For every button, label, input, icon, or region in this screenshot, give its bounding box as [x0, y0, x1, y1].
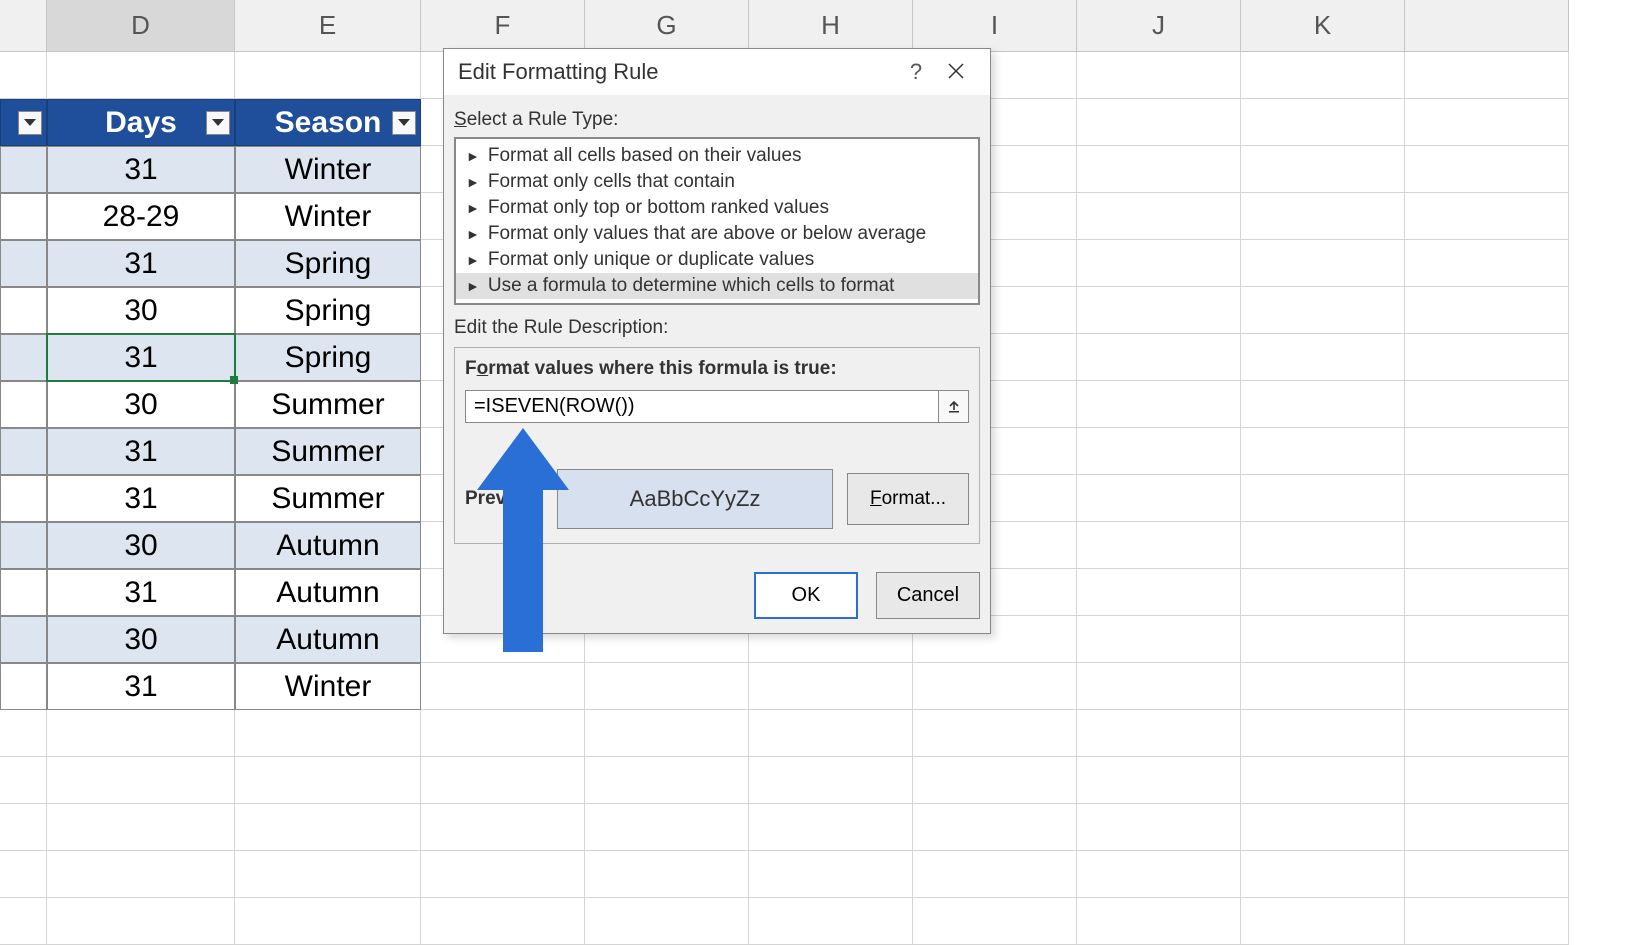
rule-type-item[interactable]: ► Format all cells based on their values [456, 143, 978, 169]
table-cell[interactable] [0, 522, 47, 569]
edit-formatting-rule-dialog: Edit Formatting Rule ? Select a Rule Typ… [443, 48, 991, 634]
table-cell[interactable]: 31 [47, 146, 235, 193]
table-cell[interactable]: 30 [47, 616, 235, 663]
table-cell[interactable]: Winter [235, 146, 421, 193]
rule-type-label: Use a formula to determine which cells t… [488, 275, 895, 297]
table-cell[interactable]: 31 [47, 475, 235, 522]
rule-description-panel: Format values where this formula is true… [454, 347, 980, 544]
table-cell[interactable]: 31 [47, 240, 235, 287]
edit-rule-description-label: Edit the Rule Description: [454, 317, 980, 339]
rule-type-item[interactable]: ► Format only cells that contain [456, 169, 978, 195]
filter-dropdown-icon[interactable] [18, 111, 42, 135]
dialog-titlebar[interactable]: Edit Formatting Rule ? [444, 49, 990, 95]
col-header[interactable] [1405, 0, 1569, 52]
table-cell[interactable]: 28-29 [47, 193, 235, 240]
table-cell[interactable]: 31 [47, 334, 235, 381]
table-cell[interactable]: 31 [47, 428, 235, 475]
table-cell[interactable] [0, 475, 47, 522]
close-icon [948, 63, 964, 79]
rule-type-label: Format only unique or duplicate values [488, 249, 814, 271]
table-cell[interactable]: 30 [47, 522, 235, 569]
list-marker-icon: ► [466, 174, 480, 190]
table-header-cell[interactable] [0, 99, 47, 146]
table-cell[interactable]: Summer [235, 381, 421, 428]
list-marker-icon: ► [466, 226, 480, 242]
rule-type-item[interactable]: ► Format only unique or duplicate values [456, 247, 978, 273]
cancel-button[interactable]: Cancel [876, 572, 980, 619]
table-cell[interactable]: 31 [47, 569, 235, 616]
help-button[interactable]: ? [896, 59, 936, 85]
select-rule-type-label: Select a Rule Type: [454, 109, 980, 131]
list-marker-icon: ► [466, 148, 480, 164]
col-header[interactable]: F [421, 0, 585, 52]
table-cell[interactable] [0, 146, 47, 193]
rule-type-list[interactable]: ►Format all cells based on their values►… [454, 137, 980, 305]
rule-type-label: Format only cells that contain [488, 171, 735, 193]
table-cell[interactable]: Autumn [235, 616, 421, 663]
list-marker-icon: ► [466, 252, 480, 268]
col-header[interactable]: G [585, 0, 749, 52]
list-marker-icon: ► [466, 200, 480, 216]
preview-label: Preview: [465, 488, 543, 510]
header-label: Days [105, 106, 177, 140]
table-cell[interactable] [0, 240, 47, 287]
col-header[interactable]: H [749, 0, 913, 52]
table-cell[interactable]: 31 [47, 663, 235, 710]
rule-type-item[interactable]: ► Format only top or bottom ranked values [456, 195, 978, 221]
table-cell[interactable]: Autumn [235, 569, 421, 616]
dialog-title: Edit Formatting Rule [458, 59, 896, 85]
formula-label: Format values where this formula is true… [465, 358, 969, 380]
format-button[interactable]: Format... [847, 473, 969, 525]
table-cell[interactable]: Summer [235, 428, 421, 475]
table-cell[interactable]: Spring [235, 334, 421, 381]
close-button[interactable] [936, 59, 976, 85]
table-cell[interactable] [0, 381, 47, 428]
filter-dropdown-icon[interactable] [206, 111, 230, 135]
table-cell[interactable]: 30 [47, 287, 235, 334]
rule-type-label: Format only values that are above or bel… [488, 223, 926, 245]
table-cell[interactable] [0, 663, 47, 710]
table-cell[interactable] [0, 616, 47, 663]
col-header[interactable]: E [235, 0, 421, 52]
column-headers: D E F G H I J K [0, 0, 1643, 52]
range-select-icon [947, 400, 961, 414]
rule-type-item[interactable]: ► Format only values that are above or be… [456, 221, 978, 247]
formula-input[interactable] [465, 390, 939, 423]
col-header[interactable]: D [47, 0, 235, 52]
table-cell[interactable]: Autumn [235, 522, 421, 569]
table-cell[interactable]: Spring [235, 240, 421, 287]
table-cell[interactable] [0, 428, 47, 475]
table-header-cell[interactable]: Season [235, 99, 421, 146]
table-cell[interactable]: 30 [47, 381, 235, 428]
table-cell[interactable]: Spring [235, 287, 421, 334]
table-cell[interactable]: Winter [235, 663, 421, 710]
header-label: Season [275, 106, 382, 140]
table-cell[interactable] [0, 334, 47, 381]
col-header[interactable] [0, 0, 47, 52]
table-cell[interactable] [0, 287, 47, 334]
filter-dropdown-icon[interactable] [392, 111, 416, 135]
col-header[interactable]: I [913, 0, 1077, 52]
ok-button[interactable]: OK [754, 572, 858, 619]
rule-type-label: Format all cells based on their values [488, 145, 802, 167]
table-cell[interactable] [0, 193, 47, 240]
table-cell[interactable] [0, 569, 47, 616]
collapse-dialog-button[interactable] [939, 390, 969, 423]
col-header[interactable]: J [1077, 0, 1241, 52]
col-header[interactable]: K [1241, 0, 1405, 52]
list-marker-icon: ► [466, 278, 480, 294]
table-cell[interactable]: Winter [235, 193, 421, 240]
rule-type-label: Format only top or bottom ranked values [488, 197, 829, 219]
table-cell[interactable]: Summer [235, 475, 421, 522]
format-preview: AaBbCcYyZz [557, 469, 833, 529]
table-header-cell[interactable]: Days [47, 99, 235, 146]
rule-type-item[interactable]: ► Use a formula to determine which cells … [456, 273, 978, 299]
